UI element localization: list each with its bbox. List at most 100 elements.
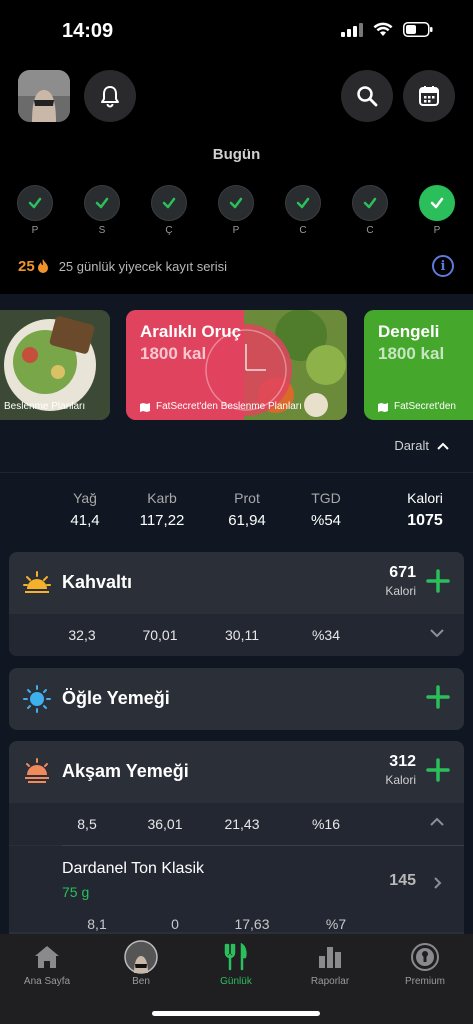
macro-prot: 21,43 (224, 816, 260, 832)
day-label: P (232, 225, 240, 236)
check-icon (95, 197, 109, 209)
notifications-button[interactable] (84, 70, 136, 122)
meal-calories: 671 Kalori (385, 564, 416, 598)
meal-header[interactable]: Akşam Yemeği 312 Kalori (9, 741, 464, 803)
streak-count: 25 (18, 257, 35, 275)
day-label: Ç (165, 225, 173, 236)
meal-calories-value: 312 (389, 753, 416, 770)
day-item[interactable]: Ç (150, 185, 188, 236)
plan-calories: 1800 kal (140, 344, 207, 363)
day-label: P (31, 225, 39, 236)
day-item[interactable]: P (16, 185, 54, 236)
check-icon (162, 197, 176, 209)
flame-icon (37, 259, 48, 273)
chevron-up-icon (437, 442, 449, 450)
chevron-up-icon[interactable] (430, 817, 444, 827)
premium-badge-icon (411, 943, 439, 971)
plan-footer: FatSecret'den Beslenme Planları (140, 401, 302, 412)
day-check (151, 185, 187, 221)
plan-calories: 1800 kal (378, 344, 445, 363)
meal-breakfast[interactable]: Kahvaltı 671 Kalori 32,3 70,01 30,11 %34 (9, 552, 464, 656)
day-label: P (433, 225, 441, 236)
plan-card[interactable]: Beslenme Planları (0, 310, 110, 420)
tab-reports[interactable]: Raporlar (283, 940, 377, 987)
food-macro-prot: 17,63 (234, 916, 270, 932)
check-icon (229, 197, 243, 209)
summary-prot-label: Prot (234, 490, 260, 506)
food-calories: 145 (389, 872, 416, 889)
plan-card-balanced[interactable]: Dengeli 1800 kal FatSecret'den (364, 310, 473, 420)
check-icon (296, 197, 310, 209)
day-item[interactable]: C (351, 185, 389, 236)
add-food-button[interactable] (426, 758, 450, 782)
meal-calories-unit: Kalori (385, 773, 416, 787)
date-title[interactable]: Bugün (0, 146, 473, 163)
daily-summary: Yağ 41,4 Karb 117,22 Prot 61,94 TGD %54 … (0, 490, 473, 534)
summary-prot: Prot 61,94 (212, 490, 282, 529)
day-label: C (299, 225, 307, 236)
food-macro-rdi: %7 (325, 916, 347, 932)
add-food-button[interactable] (426, 685, 450, 709)
bar-chart-icon (319, 947, 341, 968)
avatar-icon (124, 940, 158, 974)
profile-avatar[interactable] (18, 70, 70, 122)
day-item[interactable]: C (284, 185, 322, 236)
chevron-down-icon[interactable] (430, 628, 444, 638)
header (0, 68, 473, 124)
tab-me[interactable]: Ben (94, 940, 188, 987)
day-check (285, 185, 321, 221)
meal-plans-carousel[interactable]: Beslenme Planları Aralıklı Oruç 1800 kal… (0, 310, 473, 422)
food-macro-carb: 0 (171, 916, 179, 932)
tab-label: Ben (132, 976, 150, 987)
macro-fat: 8,5 (77, 816, 97, 832)
status-icons (341, 22, 433, 37)
calendar-button[interactable] (403, 70, 455, 122)
day-check (17, 185, 53, 221)
macro-fat: 32,3 (68, 627, 96, 643)
summary-rdi-label: TGD (311, 490, 341, 506)
meal-macros[interactable]: 32,3 70,01 30,11 %34 (9, 614, 464, 656)
meal-header[interactable]: Kahvaltı 671 Kalori (9, 552, 464, 614)
streak-text: 25 günlük yiyecek kayıt serisi (58, 258, 228, 274)
sunrise-icon (23, 571, 51, 593)
map-icon (378, 402, 388, 412)
tab-diary[interactable]: Günlük (189, 940, 283, 987)
collapse-toggle[interactable]: Daralt (394, 438, 449, 453)
diary-content: Beslenme Planları Aralıklı Oruç 1800 kal… (0, 294, 473, 941)
meal-lunch[interactable]: Öğle Yemeği (9, 668, 464, 730)
check-icon (363, 197, 377, 209)
search-button[interactable] (341, 70, 393, 122)
day-item[interactable]: P (217, 185, 255, 236)
map-icon (140, 402, 150, 412)
search-icon (357, 86, 378, 107)
day-check (218, 185, 254, 221)
macro-carb: 36,01 (147, 816, 183, 832)
food-item[interactable]: Dardanel Ton Klasik 75 g 145 8,1 0 17,63… (9, 846, 464, 932)
tab-premium[interactable]: Premium (378, 940, 472, 987)
fork-knife-icon (224, 943, 247, 971)
battery-icon (403, 22, 433, 37)
day-item-today[interactable]: P (418, 185, 456, 236)
meal-name: Öğle Yemeği (62, 688, 170, 708)
macro-rdi: %16 (311, 816, 341, 832)
avatar-photo (18, 70, 70, 122)
food-amount: 75 g (62, 884, 90, 900)
day-item[interactable]: S (83, 185, 121, 236)
meal-macros[interactable]: 8,5 36,01 21,43 %16 (9, 803, 464, 845)
meal-header[interactable]: Öğle Yemeği (9, 668, 464, 730)
meal-name: Kahvaltı (62, 572, 133, 592)
day-check (419, 185, 455, 221)
calendar-icon (419, 86, 439, 106)
food-name: Dardanel Ton Klasik (62, 860, 205, 877)
food-macro-fat: 8,1 (87, 916, 107, 932)
bell-icon (101, 86, 119, 108)
summary-calories: Kalori 1075 (395, 490, 455, 530)
add-food-button[interactable] (426, 569, 450, 593)
tab-home[interactable]: Ana Sayfa (0, 940, 94, 987)
plan-title: Dengeli (378, 322, 440, 341)
plan-footer: FatSecret'den (378, 401, 456, 412)
info-icon[interactable]: i (432, 255, 454, 277)
meal-dinner[interactable]: Akşam Yemeği 312 Kalori 8,5 36,01 21,43 … (9, 741, 464, 941)
plan-card-intermittent-fasting[interactable]: Aralıklı Oruç 1800 kal FatSecret'den Bes… (126, 310, 347, 420)
chevron-right-icon (434, 877, 442, 889)
